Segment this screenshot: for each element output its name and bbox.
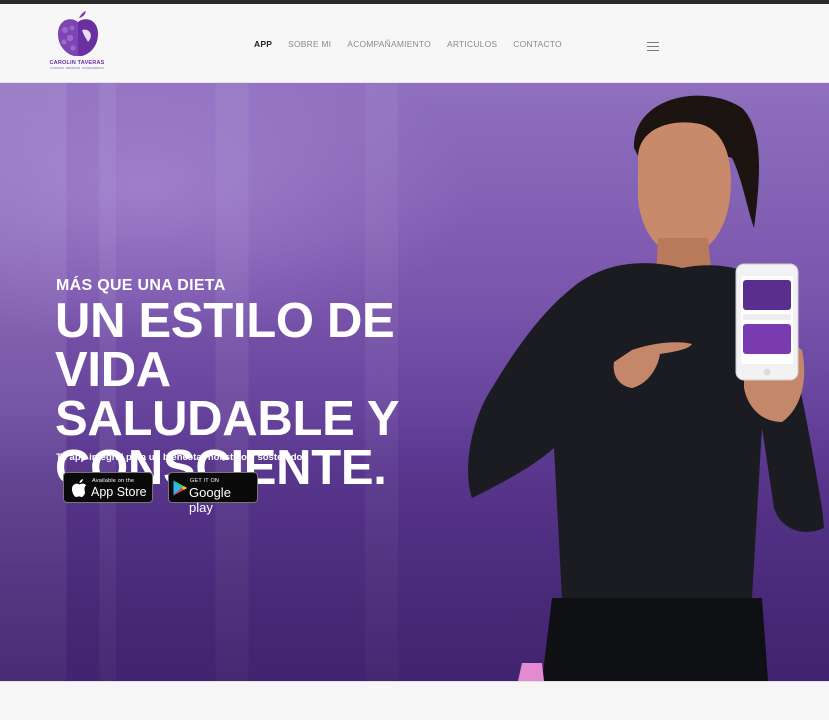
hero-person-image — [468, 95, 824, 681]
main-nav: APP SOBRE MI ACOMPAÑAMIENTO ARTICULOS CO… — [254, 39, 578, 49]
brand-subtitle: NUTRICIÓN · BIENESTAR · ENTRENAMIENTO — [50, 67, 104, 70]
hero-headline-line-2: SALUDABLE Y — [55, 392, 400, 446]
nav-item-articulos[interactable]: ARTICULOS — [447, 39, 497, 49]
nav-item-acompanamiento[interactable]: ACOMPAÑAMIENTO — [347, 39, 431, 49]
google-play-icon — [173, 480, 187, 496]
app-store-label: App Store — [91, 485, 147, 499]
app-store-button[interactable]: Available on the App Store — [63, 472, 153, 503]
site-header: CAROLIN TAVERAS NUTRICIÓN · BIENESTAR · … — [0, 4, 829, 83]
hero-eyebrow: MÁS QUE UNA DIETA — [56, 277, 226, 294]
google-play-button[interactable]: GET IT ON Google play — [168, 472, 258, 515]
nav-item-sobre-mi[interactable]: SOBRE MI — [288, 39, 331, 49]
nav-item-app[interactable]: APP — [254, 39, 272, 49]
google-play-label: Google play — [189, 485, 231, 515]
hamburger-icon[interactable] — [647, 42, 659, 51]
hero-headline-line-1: UN ESTILO DE VIDA — [55, 294, 395, 397]
apple-icon — [72, 479, 87, 497]
hero-headline: UN ESTILO DE VIDA SALUDABLE Y CONSCIENTE… — [55, 297, 515, 493]
next-section — [0, 681, 829, 720]
google-play-small-text: GET IT ON — [190, 478, 220, 484]
brand-name: CAROLIN TAVERAS — [49, 60, 105, 66]
hero-tagline: Tu app integral para un bienestar holíst… — [56, 452, 305, 463]
app-store-small-text: Available on the — [92, 478, 135, 484]
nav-item-contacto[interactable]: CONTACTO — [513, 39, 562, 49]
